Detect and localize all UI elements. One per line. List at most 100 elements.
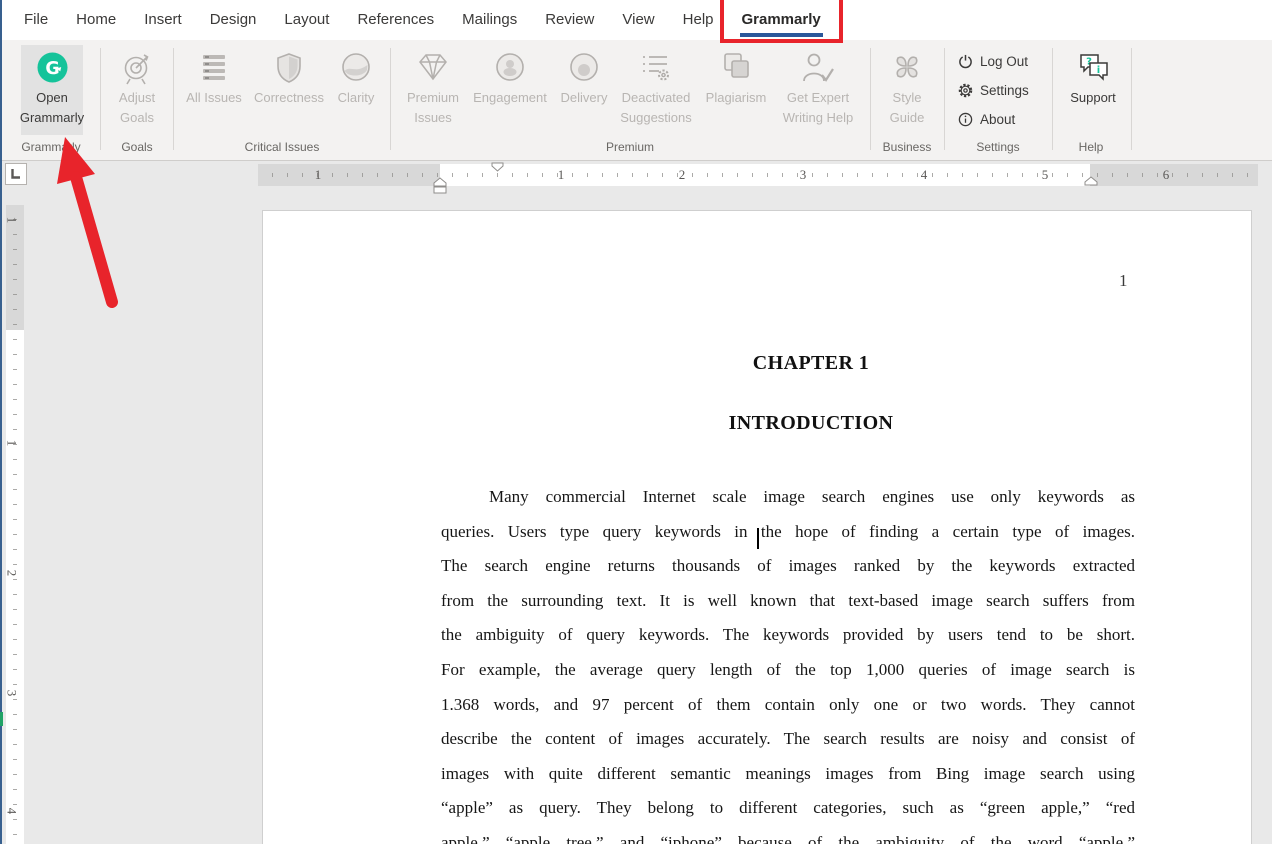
group-divider	[390, 48, 391, 150]
tab-grammarly[interactable]: Grammarly	[728, 0, 835, 40]
style-guide-label-2: Guide	[890, 108, 925, 128]
group-label-premium: Premium	[606, 140, 654, 154]
text-line: from the surrounding text. It is well kn…	[441, 591, 1135, 626]
text-line: images with quite different semantic mea…	[441, 764, 1135, 799]
text-line: apple,” “apple tree,” and “iphone” becau…	[441, 833, 1135, 844]
group-divider	[100, 48, 101, 150]
ruler-number: 1	[3, 440, 19, 447]
ruler-number: 1	[315, 167, 322, 183]
adjust-goals-button[interactable]: Adjust Goals	[103, 45, 171, 135]
delivery-icon	[569, 52, 599, 88]
ruler-ticks	[258, 173, 1258, 177]
grammarly-ribbon: G Open Grammarly Adjust Goals All Issues	[0, 40, 1272, 161]
text-line: 1.368 words, and 97 percent of them cont…	[441, 695, 1135, 730]
premium-diamond-icon	[417, 52, 449, 88]
about-label: About	[980, 112, 1015, 127]
plagiarism-label: Plagiarism	[706, 88, 767, 108]
ruler-number: 2	[3, 570, 19, 577]
group-label-settings: Settings	[976, 140, 1019, 154]
text-line: The search engine returns thousands of i…	[441, 556, 1135, 591]
clarity-circle-icon	[341, 52, 371, 88]
group-divider	[1052, 48, 1053, 150]
right-indent-marker[interactable]	[1084, 176, 1098, 186]
delivery-button[interactable]: Delivery	[554, 45, 614, 135]
engagement-button[interactable]: Engagement	[465, 45, 555, 135]
menu-bar: File Home Insert Design Layout Reference…	[0, 0, 1272, 40]
tab-review[interactable]: Review	[531, 0, 608, 40]
tab-grammarly-label: Grammarly	[742, 11, 821, 28]
ruler-number: 5	[1042, 167, 1049, 183]
group-label-help: Help	[1079, 140, 1104, 154]
tab-view[interactable]: View	[608, 0, 668, 40]
tab-design[interactable]: Design	[196, 0, 271, 40]
tab-references[interactable]: References	[343, 0, 448, 40]
open-grammarly-label-2: Grammarly	[20, 108, 84, 128]
correctness-shield-icon	[274, 52, 304, 88]
introduction-heading: INTRODUCTION	[461, 412, 1161, 435]
about-button[interactable]: About	[958, 112, 1015, 127]
settings-button[interactable]: Settings	[958, 83, 1029, 98]
document-page[interactable]: 1 CHAPTER 1 INTRODUCTION Many commercial…	[262, 210, 1252, 844]
adjust-goals-label-2: Goals	[120, 108, 154, 128]
tab-mailings[interactable]: Mailings	[448, 0, 531, 40]
clarity-label: Clarity	[338, 88, 375, 108]
all-issues-label: All Issues	[186, 88, 242, 108]
ruler-number: 2	[679, 167, 686, 183]
grammarly-logo-icon: G	[37, 52, 68, 88]
left-indent-marker[interactable]	[433, 177, 447, 194]
ruler-number: 6	[1163, 167, 1170, 183]
group-divider	[1131, 48, 1132, 150]
info-icon	[958, 112, 973, 127]
text-line: Many commercial Internet scale image sea…	[441, 487, 1135, 522]
text-line: describe the content of images accuratel…	[441, 729, 1135, 764]
horizontal-ruler[interactable]: 1 1 2 3 4 5 6	[258, 164, 1258, 186]
group-divider	[173, 48, 174, 150]
goals-target-icon	[121, 52, 153, 88]
svg-text:i: i	[1097, 65, 1100, 76]
window-edge-green-mark	[0, 712, 3, 726]
tab-stop-selector[interactable]	[5, 163, 27, 185]
ruler-number: 3	[800, 167, 807, 183]
style-guide-button[interactable]: Style Guide	[882, 45, 932, 135]
deactivated-suggestions-label-1: Deactivated	[622, 88, 691, 108]
body-paragraph[interactable]: Many commercial Internet scale image sea…	[441, 487, 1135, 844]
ruler-number: 3	[3, 690, 19, 697]
power-icon	[958, 54, 973, 69]
text-cursor-caret	[757, 528, 759, 549]
deactivated-suggestions-icon	[641, 52, 671, 88]
group-label-goals: Goals	[121, 140, 152, 154]
vertical-ruler[interactable]: 1 1 2 3 4	[6, 205, 24, 844]
premium-issues-button[interactable]: Premium Issues	[399, 45, 467, 135]
get-expert-writing-help-button[interactable]: Get Expert Writing Help	[774, 45, 862, 135]
group-label-critical-issues: Critical Issues	[245, 140, 320, 154]
tab-file[interactable]: File	[10, 0, 62, 40]
settings-label: Settings	[980, 83, 1029, 98]
ruler-number: 4	[921, 167, 928, 183]
ruler-number: 1	[3, 217, 19, 224]
first-line-indent-marker[interactable]	[491, 162, 504, 172]
deactivated-suggestions-button[interactable]: Deactivated Suggestions	[612, 45, 700, 135]
style-guide-clover-icon	[892, 52, 922, 88]
tab-home[interactable]: Home	[62, 0, 130, 40]
log-out-button[interactable]: Log Out	[958, 54, 1028, 69]
log-out-label: Log Out	[980, 54, 1028, 69]
gear-icon	[958, 83, 973, 98]
expert-person-icon	[801, 52, 835, 88]
clarity-button[interactable]: Clarity	[330, 45, 382, 135]
correctness-button[interactable]: Correctness	[249, 45, 329, 135]
chapter-heading: CHAPTER 1	[461, 352, 1161, 375]
plagiarism-button[interactable]: Plagiarism	[698, 45, 774, 135]
engagement-icon	[495, 52, 525, 88]
tab-insert[interactable]: Insert	[130, 0, 196, 40]
style-guide-label-1: Style	[893, 88, 922, 108]
get-expert-label-2: Writing Help	[783, 108, 854, 128]
all-issues-button[interactable]: All Issues	[181, 45, 247, 135]
support-button[interactable]: ? i Support	[1062, 45, 1124, 135]
open-grammarly-button[interactable]: G Open Grammarly	[21, 45, 83, 135]
tab-help[interactable]: Help	[669, 0, 728, 40]
deactivated-suggestions-label-2: Suggestions	[620, 108, 692, 128]
tab-layout[interactable]: Layout	[270, 0, 343, 40]
get-expert-label-1: Get Expert	[787, 88, 849, 108]
adjust-goals-label-1: Adjust	[119, 88, 155, 108]
premium-issues-label-2: Issues	[414, 108, 452, 128]
